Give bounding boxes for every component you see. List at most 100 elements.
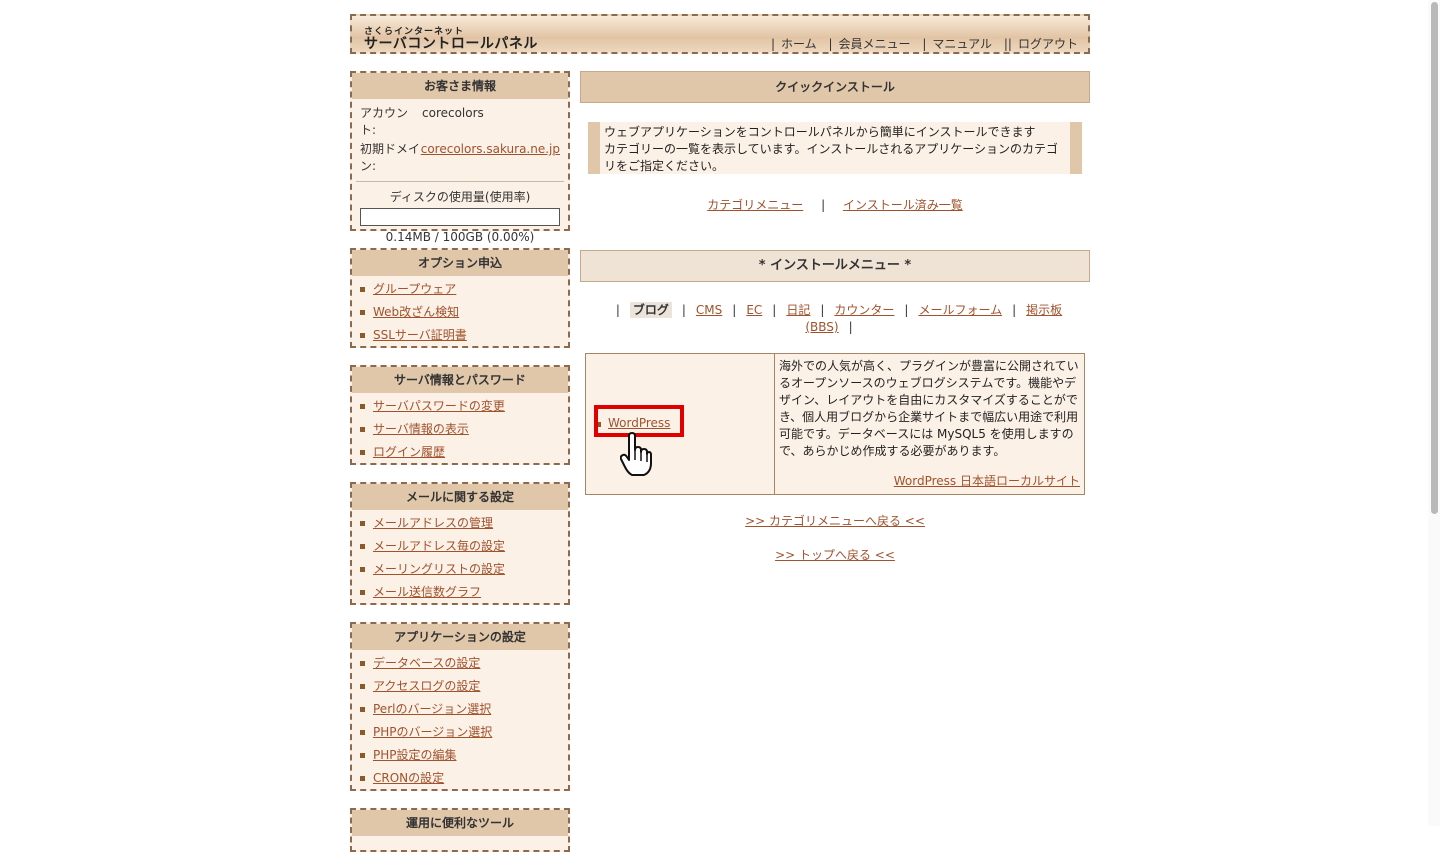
- domain-link[interactable]: corecolors.sakura.ne.jp: [421, 141, 560, 175]
- sidebar-item-label[interactable]: データベースの設定: [373, 656, 480, 670]
- customer-info-title: お客さま情報: [352, 73, 568, 99]
- tab-separator: |: [681, 303, 686, 317]
- sidebar-item-mail-address[interactable]: メールアドレスの管理: [360, 512, 568, 535]
- domain-row: 初期ドメイン: corecolors.sakura.ne.jp: [352, 141, 568, 175]
- sidebar-item-label[interactable]: CRONの設定: [373, 771, 444, 785]
- sidebar-item-mailing-list[interactable]: メーリングリストの設定: [360, 558, 568, 581]
- bullet-icon: [360, 404, 365, 409]
- sub-links: カテゴリメニュー | インストール済み一覧: [580, 196, 1090, 213]
- category-tabs: | ブログ | CMS | EC | 日記 | カウンター | メールフォーム | 掲示板(BBS) |: [590, 302, 1078, 336]
- bullet-icon: [360, 707, 365, 712]
- sidebar-item-access-log[interactable]: アクセスログの設定: [360, 675, 568, 698]
- sidebar-item-label[interactable]: グループウェア: [373, 282, 456, 296]
- sidebar-item-database[interactable]: データベースの設定: [360, 652, 568, 675]
- tab-cms[interactable]: CMS: [696, 303, 722, 317]
- sidebar-item-php-version[interactable]: PHPのバージョン選択: [360, 721, 568, 744]
- wordpress-link[interactable]: WordPress: [608, 416, 670, 430]
- sidebar-item-label[interactable]: メールアドレス毎の設定: [373, 539, 505, 553]
- nav-separator: ||: [1003, 37, 1012, 51]
- nav-logout-link[interactable]: ログアウト: [1018, 37, 1078, 51]
- sidebar-item-label[interactable]: メーリングリストの設定: [373, 562, 505, 576]
- sidebar-item-change-password[interactable]: サーバパスワードの変更: [360, 395, 568, 418]
- sidebar-item-perl-version[interactable]: Perlのバージョン選択: [360, 698, 568, 721]
- sidebar-section-mail: メールに関する設定 メールアドレスの管理 メールアドレス毎の設定 メーリングリス…: [350, 482, 570, 605]
- intro-box: ウェブアプリケーションをコントロールパネルから簡単にインストールできます カテゴ…: [588, 122, 1082, 174]
- link-separator: |: [821, 198, 826, 212]
- sidebar-item-label[interactable]: サーバ情報の表示: [373, 422, 469, 436]
- account-value: corecolors: [422, 106, 484, 120]
- sidebar-item-label[interactable]: サーバパスワードの変更: [373, 399, 505, 413]
- customer-info-panel: お客さま情報 アカウント: corecolors 初期ドメイン: corecol…: [350, 71, 570, 244]
- install-menu-title: * インストールメニュー *: [580, 250, 1090, 282]
- sidebar-item-login-history[interactable]: ログイン履歴: [360, 441, 568, 464]
- tab-separator: |: [848, 320, 853, 334]
- section-title: サーバ情報とパスワード: [352, 367, 568, 393]
- nav-manual-link[interactable]: マニュアル: [932, 37, 992, 51]
- header-bar: さくらインターネット サーバコントロールパネル | ホーム | 会員メニュー | マニ…: [350, 14, 1090, 54]
- sidebar-item-ssl[interactable]: SSLサーバ証明書: [360, 324, 568, 347]
- nav-home-link[interactable]: ホーム: [781, 37, 817, 51]
- header-nav: | ホーム | 会員メニュー | マニュアル || ログアウト: [763, 35, 1078, 52]
- sidebar-item-label[interactable]: メール送信数グラフ: [373, 585, 481, 599]
- sidebar-section-options: オプション申込 グループウェア Web改ざん検知 SSLサーバ証明書: [350, 248, 570, 348]
- sidebar-item-label[interactable]: PHPのバージョン選択: [373, 725, 492, 739]
- tab-separator: |: [772, 303, 777, 317]
- sidebar-item-label[interactable]: メールアドレスの管理: [373, 516, 493, 530]
- bullet-icon: [360, 521, 365, 526]
- sidebar-item-mail-graph[interactable]: メール送信数グラフ: [360, 581, 568, 604]
- sidebar-section-applications: アプリケーションの設定 データベースの設定 アクセスログの設定 Perlのバージ…: [350, 622, 570, 791]
- bullet-icon: [360, 753, 365, 758]
- back-to-category-link[interactable]: >> カテゴリメニューへ戻る <<: [745, 514, 925, 528]
- nav-separator: |: [922, 37, 927, 51]
- section-title: 運用に便利なツール: [352, 810, 568, 836]
- wordpress-local-site-link[interactable]: WordPress 日本語ローカルサイト: [894, 473, 1080, 490]
- sidebar-item-label[interactable]: Web改ざん検知: [373, 305, 459, 319]
- sidebar-item-cron[interactable]: CRONの設定: [360, 767, 568, 790]
- intro-line: ウェブアプリケーションをコントロールパネルから簡単にインストールできます: [604, 125, 1036, 139]
- bullet-icon: [360, 590, 365, 595]
- scrollbar-thumb[interactable]: [1431, 2, 1438, 514]
- domain-label: 初期ドメイン:: [360, 142, 421, 173]
- back-links-top: >> トップへ戻る <<: [580, 546, 1090, 563]
- nav-member-menu-link[interactable]: 会員メニュー: [839, 37, 911, 51]
- sidebar-item-label[interactable]: Perlのバージョン選択: [373, 702, 491, 716]
- tab-counter[interactable]: カウンター: [834, 303, 894, 317]
- disk-usage-label: ディスクの使用量(使用率): [389, 190, 531, 204]
- sidebar-item-php-settings[interactable]: PHP設定の編集: [360, 744, 568, 767]
- sidebar-item-groupware[interactable]: グループウェア: [360, 278, 568, 301]
- bullet-icon: [360, 544, 365, 549]
- disk-usage: ディスクの使用量(使用率) 0.14MB / 100GB (0.00%): [356, 181, 564, 244]
- tab-diary[interactable]: 日記: [786, 303, 810, 317]
- back-to-top-link[interactable]: >> トップへ戻る <<: [775, 548, 895, 562]
- sidebar-item-label[interactable]: SSLサーバ証明書: [373, 328, 467, 342]
- sidebar-item-server-info[interactable]: サーバ情報の表示: [360, 418, 568, 441]
- installed-list-link[interactable]: インストール済み一覧: [843, 198, 963, 212]
- scrollbar[interactable]: [1428, 0, 1440, 826]
- sidebar-section-server: サーバ情報とパスワード サーバパスワードの変更 サーバ情報の表示 ログイン履歴: [350, 365, 570, 465]
- section-title: オプション申込: [352, 250, 568, 276]
- bullet-icon: [360, 287, 365, 292]
- tab-separator: |: [820, 303, 825, 317]
- tab-separator: |: [732, 303, 737, 317]
- sidebar-item-web-tamper[interactable]: Web改ざん検知: [360, 301, 568, 324]
- account-row: アカウント: corecolors: [352, 105, 568, 139]
- bullet-icon: [360, 684, 365, 689]
- tab-separator: |: [615, 303, 620, 317]
- category-menu-link[interactable]: カテゴリメニュー: [707, 198, 803, 212]
- sidebar-item-label[interactable]: アクセスログの設定: [373, 679, 480, 693]
- sidebar-item-label[interactable]: ログイン履歴: [373, 445, 445, 459]
- app-description-cell: 海外での人気が高く、プラグインが豊富に公開されているオープンソースのウェブログシ…: [775, 354, 1084, 494]
- app-description: 海外での人気が高く、プラグインが豊富に公開されているオープンソースのウェブログシ…: [779, 359, 1079, 458]
- nav-separator: |: [770, 37, 776, 51]
- bullet-icon: [360, 310, 365, 315]
- disk-usage-value: 0.14MB / 100GB (0.00%): [385, 230, 535, 244]
- bullet-icon: [360, 567, 365, 572]
- tab-blog: ブログ: [629, 302, 672, 318]
- hand-pointer-icon: [620, 432, 652, 476]
- sidebar-item-label[interactable]: PHP設定の編集: [373, 748, 457, 762]
- sidebar-item-mail-settings[interactable]: メールアドレス毎の設定: [360, 535, 568, 558]
- tab-ec[interactable]: EC: [746, 303, 762, 317]
- intro-line: カテゴリーの一覧を表示しています。インストールされるアプリケーションのカテゴリを…: [604, 142, 1058, 173]
- bullet-icon: [360, 333, 365, 338]
- tab-mailform[interactable]: メールフォーム: [918, 303, 1002, 317]
